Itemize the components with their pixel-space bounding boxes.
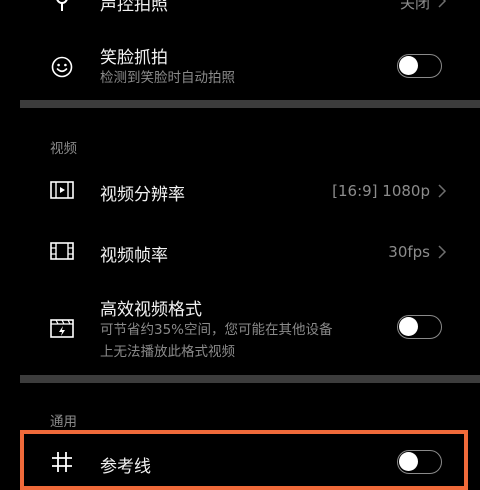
video-resolution-value: [16:9] 1080p — [332, 182, 430, 200]
efficient-format-subtitle-line1: 可节省约35%空间，您可能在其他设备 — [100, 322, 333, 338]
smile-capture-subtitle: 检测到笑脸时自动拍照 — [100, 70, 235, 86]
voice-photo-title: 声控拍照 — [100, 0, 168, 15]
video-frame-rate-value: 30fps — [388, 243, 430, 261]
smile-capture-title: 笑脸抓拍 — [100, 48, 168, 68]
efficient-format-row[interactable]: 高效视频格式 可节省约35%空间，您可能在其他设备 上无法播放此格式视频 — [0, 290, 480, 365]
video-resolution-icon — [50, 178, 74, 202]
efficient-format-subtitle-line2: 上无法播放此格式视频 — [100, 344, 235, 360]
toggle-knob — [399, 56, 418, 75]
video-resolution-row[interactable]: 视频分辨率 [16:9] 1080p — [0, 165, 480, 215]
grid-lines-row[interactable]: 参考线 — [0, 440, 480, 477]
video-frame-rate-title: 视频帧率 — [100, 246, 168, 266]
smile-capture-row[interactable]: 笑脸抓拍 检测到笑脸时自动拍照 — [0, 40, 480, 96]
chevron-right-icon — [438, 0, 447, 8]
efficient-format-title: 高效视频格式 — [100, 300, 202, 320]
video-frame-rate-row[interactable]: 视频帧率 30fps — [0, 225, 480, 275]
grid-lines-toggle[interactable] — [397, 450, 442, 474]
voice-photo-row[interactable]: 声控拍照 关闭 — [0, 0, 480, 30]
section-divider — [20, 100, 480, 108]
chevron-right-icon — [438, 245, 447, 259]
grid-lines-title: 参考线 — [100, 457, 151, 477]
smile-capture-toggle[interactable] — [397, 54, 442, 78]
efficient-format-toggle[interactable] — [397, 315, 442, 339]
section-label-video: 视频 — [50, 141, 77, 157]
efficient-video-icon — [50, 316, 74, 340]
film-icon — [50, 239, 74, 263]
section-divider — [20, 375, 480, 383]
chevron-right-icon — [438, 184, 447, 198]
toggle-knob — [399, 452, 418, 471]
toggle-knob — [399, 317, 418, 336]
microphone-icon — [50, 0, 74, 14]
video-resolution-title: 视频分辨率 — [100, 185, 185, 205]
smile-icon — [50, 55, 74, 79]
voice-photo-value: 关闭 — [399, 0, 430, 12]
grid-icon — [50, 450, 74, 474]
section-label-general: 通用 — [50, 414, 77, 430]
